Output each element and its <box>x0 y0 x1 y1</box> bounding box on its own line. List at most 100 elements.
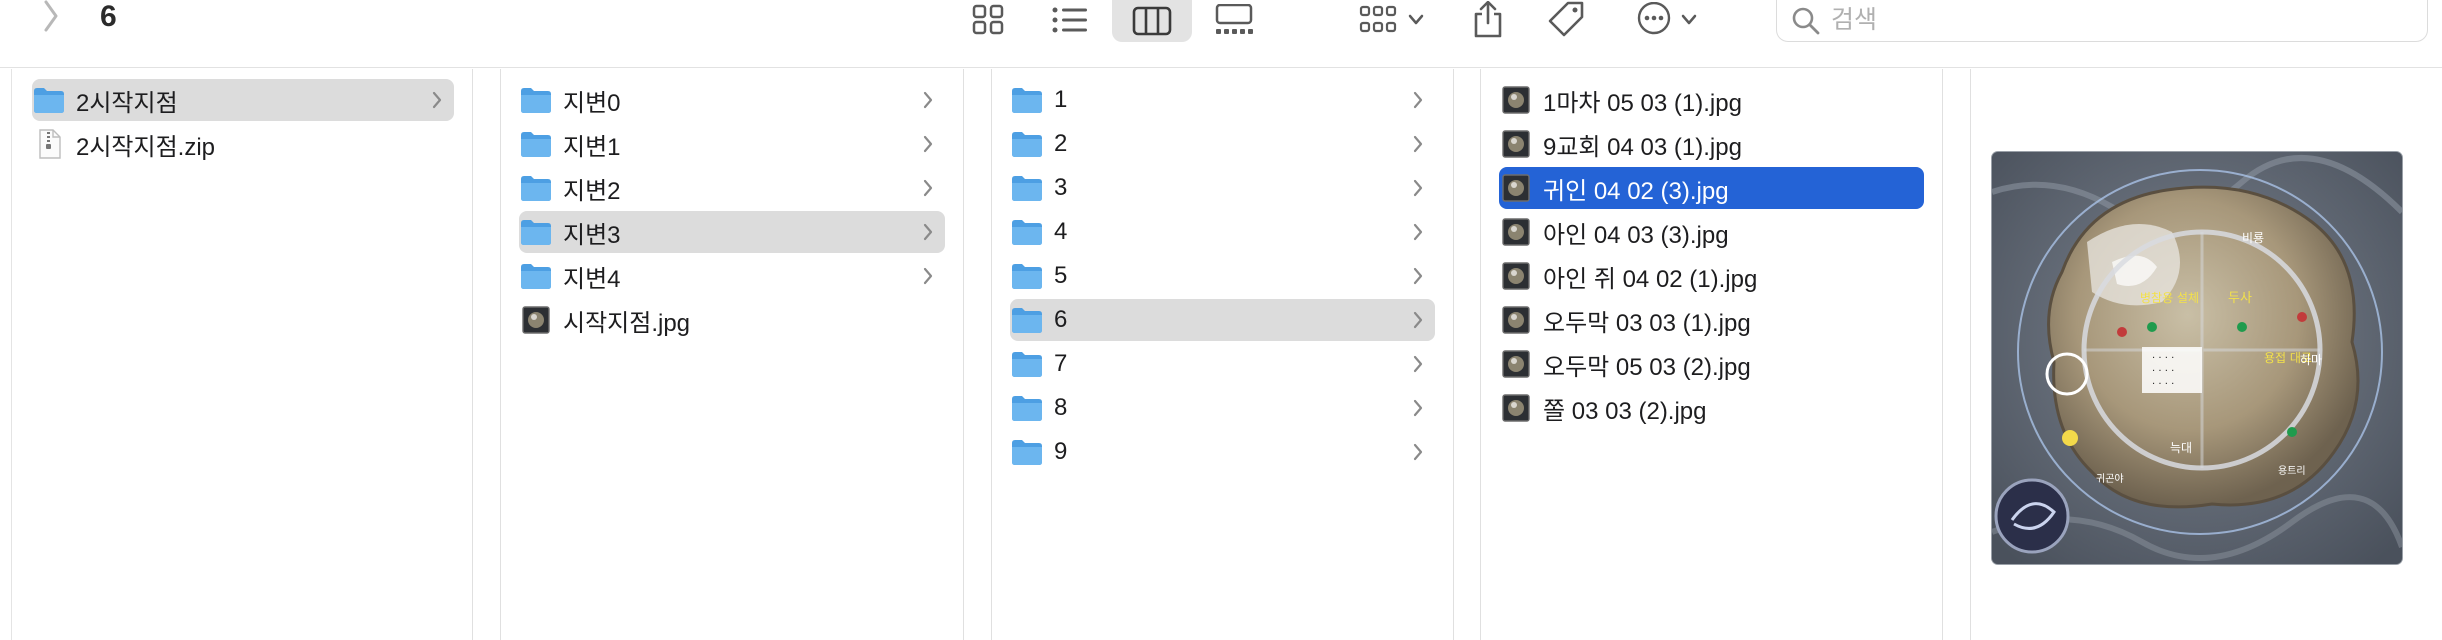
chevron-down-icon <box>1408 14 1424 25</box>
browser-column-1[interactable]: 2시작지점 2시작지점.zip <box>14 69 472 640</box>
file-row[interactable]: 아인 쥐 04 02 (1).jpg <box>1499 255 1924 297</box>
chevron-right-icon <box>1413 311 1423 329</box>
group-icon <box>1359 5 1397 33</box>
row-icon <box>32 85 66 115</box>
image-thumbnail-icon <box>1502 306 1530 334</box>
folder-icon <box>1012 352 1042 377</box>
chevron-right-icon <box>1413 399 1423 417</box>
list-view-icon <box>1052 7 1087 33</box>
row-icon <box>1010 217 1044 247</box>
map-preview-image: · · · · · · · · · · · · 비룡 병참용 설체 두사 용접 … <box>1992 152 2402 564</box>
file-row[interactable]: 1마차 05 03 (1).jpg <box>1499 79 1924 121</box>
chevron-right-icon <box>1413 443 1423 461</box>
row-icon <box>1010 349 1044 379</box>
file-row[interactable]: 오두막 03 03 (1).jpg <box>1499 299 1924 341</box>
image-thumbnail-icon <box>1502 174 1530 202</box>
row-icon <box>519 217 553 247</box>
group-button[interactable] <box>1354 0 1430 40</box>
chevron-right-icon <box>1413 267 1423 285</box>
tag-button[interactable] <box>1542 0 1590 40</box>
row-icon <box>519 129 553 159</box>
chevron-right-icon <box>923 179 933 197</box>
icon-view-icon <box>972 4 1004 35</box>
share-button[interactable] <box>1466 0 1510 40</box>
file-row[interactable]: 오두막 05 03 (2).jpg <box>1499 343 1924 385</box>
row-label: 지변2 <box>563 177 621 205</box>
map-label: 하마 <box>2300 353 2322 367</box>
folder-row[interactable]: 6 <box>1010 299 1435 341</box>
browser-column-4[interactable]: 1마차 05 03 (1).jpg 9교회 04 03 (1).jpg 귀인 04 … <box>1481 69 1942 640</box>
row-icon <box>1010 437 1044 467</box>
chevron-right-icon <box>923 135 933 153</box>
folder-row[interactable]: 지변3 <box>519 211 945 253</box>
folder-row[interactable]: 2 <box>1010 123 1435 165</box>
folder-row[interactable]: 지변0 <box>519 79 945 121</box>
folder-icon <box>521 176 551 201</box>
row-label: 3 <box>1054 174 1068 201</box>
forward-button[interactable] <box>36 0 66 36</box>
column-view-button[interactable] <box>1112 0 1192 42</box>
row-icon <box>519 305 553 335</box>
image-thumbnail-icon <box>522 306 550 334</box>
browser-column-2[interactable]: 지변0 지변1 지변2 지변3 지변4 시작지점.jpg <box>501 69 963 640</box>
row-label: 1마차 05 03 (1).jpg <box>1543 89 1742 117</box>
folder-icon <box>1012 308 1042 333</box>
row-icon <box>1499 217 1533 247</box>
image-preview[interactable]: · · · · · · · · · · · · 비룡 병참용 설체 두사 용접 … <box>1992 152 2402 564</box>
row-icon <box>32 129 66 159</box>
folder-row[interactable]: 지변4 <box>519 255 945 297</box>
file-row[interactable]: 아인 04 03 (3).jpg <box>1499 211 1924 253</box>
row-icon <box>1010 85 1044 115</box>
row-label: 5 <box>1054 262 1068 289</box>
row-icon <box>1499 261 1533 291</box>
sidebar-edge <box>0 69 12 640</box>
folder-icon <box>1012 132 1042 157</box>
folder-row[interactable]: 1 <box>1010 79 1435 121</box>
folder-row[interactable]: 4 <box>1010 211 1435 253</box>
gallery-view-button[interactable] <box>1212 0 1256 40</box>
chevron-right-icon <box>432 91 442 109</box>
row-label: 아인 04 03 (3).jpg <box>1543 221 1729 249</box>
icon-view-button[interactable] <box>966 0 1010 40</box>
file-row[interactable]: 쫄 03 03 (2).jpg <box>1499 387 1924 429</box>
row-icon <box>1010 305 1044 335</box>
more-button[interactable] <box>1630 0 1704 40</box>
folder-row[interactable]: 지변2 <box>519 167 945 209</box>
folder-icon <box>1012 440 1042 465</box>
file-row[interactable]: 시작지점.jpg <box>519 299 945 341</box>
folder-icon <box>1012 88 1042 113</box>
file-row[interactable]: 9교회 04 03 (1).jpg <box>1499 123 1924 165</box>
column-view-icon <box>1132 6 1172 36</box>
row-label: 9교회 04 03 (1).jpg <box>1543 133 1742 161</box>
folder-row[interactable]: 8 <box>1010 387 1435 429</box>
search-field[interactable] <box>1776 0 2428 42</box>
row-icon <box>1010 261 1044 291</box>
image-thumbnail-icon <box>1502 394 1530 422</box>
chevron-right-icon <box>923 91 933 109</box>
map-label: 귀곤야 <box>2096 473 2124 485</box>
folder-row[interactable]: 3 <box>1010 167 1435 209</box>
row-label: 1 <box>1054 86 1068 113</box>
list-view-button[interactable] <box>1048 0 1092 40</box>
search-input[interactable] <box>1831 1 2391 40</box>
file-row[interactable]: 2시작지점.zip <box>32 123 454 165</box>
row-label: 쫄 03 03 (2).jpg <box>1543 397 1707 425</box>
folder-row[interactable]: 2시작지점 <box>32 79 454 121</box>
tag-icon <box>1548 1 1584 37</box>
row-icon <box>1010 173 1044 203</box>
search-icon <box>1792 7 1820 34</box>
image-thumbnail-icon <box>1502 350 1530 378</box>
folder-icon <box>521 220 551 245</box>
folder-row[interactable]: 지변1 <box>519 123 945 165</box>
folder-row[interactable]: 7 <box>1010 343 1435 385</box>
folder-icon <box>521 264 551 289</box>
folder-row[interactable]: 9 <box>1010 431 1435 473</box>
toolbar: 6 <box>0 0 2442 68</box>
browser-column-3[interactable]: 1 2 3 4 5 6 7 8 9 <box>992 69 1453 640</box>
file-row[interactable]: 귀인 04 02 (3).jpg <box>1499 167 1924 209</box>
folder-row[interactable]: 5 <box>1010 255 1435 297</box>
image-thumbnail-icon <box>1502 262 1530 290</box>
folder-icon <box>1012 264 1042 289</box>
row-label: 지변3 <box>563 221 621 249</box>
row-label: 9 <box>1054 438 1068 465</box>
